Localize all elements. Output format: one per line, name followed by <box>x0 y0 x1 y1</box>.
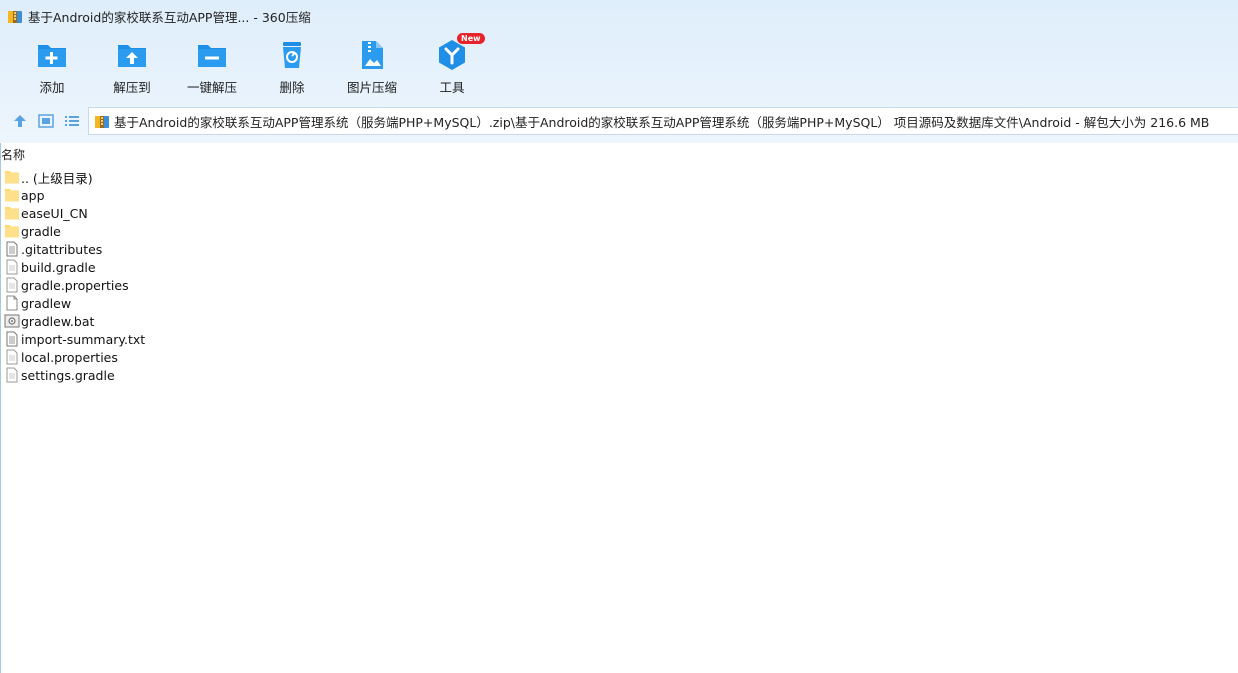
delete-button[interactable]: 删除 <box>252 38 332 98</box>
window-chrome: 基于Android的家校联系互动APP管理... - 360压缩 添加 解压到 <box>0 0 1238 143</box>
title-bar: 基于Android的家校联系互动APP管理... - 360压缩 <box>0 0 1238 32</box>
list-item-app[interactable]: app <box>0 186 1238 204</box>
file-name: build.gradle <box>21 259 96 275</box>
file-name: gradlew.bat <box>21 313 95 329</box>
address-path: 基于Android的家校联系互动APP管理系统（服务端PHP+MySQL）.zi… <box>114 114 1210 130</box>
file-list: .. (上级目录) app easeUI_CN gradle .gitattri… <box>0 168 1238 384</box>
file-name: .gitattributes <box>21 241 103 257</box>
file-name: import-summary.txt <box>21 331 146 347</box>
window-title: 基于Android的家校联系互动APP管理... - 360压缩 <box>28 9 311 25</box>
file-name: .. (上级目录) <box>21 170 93 186</box>
list-item-local-properties[interactable]: local.properties <box>0 348 1238 366</box>
file-name: gradle.properties <box>21 277 129 293</box>
blank-file-icon <box>6 295 18 311</box>
list-item-gradlew-bat[interactable]: gradlew.bat <box>0 312 1238 330</box>
file-name: settings.gradle <box>21 367 115 383</box>
archive-icon <box>95 116 109 128</box>
extract-to-button[interactable]: 解压到 <box>92 38 172 98</box>
trash-icon <box>283 42 301 68</box>
image-compress-icon <box>362 41 383 69</box>
tools-button[interactable]: New 工具 <box>412 33 492 98</box>
folder-icon <box>5 171 19 184</box>
list-view-icon[interactable] <box>64 113 80 129</box>
one-click-extract-button[interactable]: 一键解压 <box>172 38 252 98</box>
add-label: 添加 <box>39 80 65 95</box>
toolbar: 添加 解压到 一键解压 删除 图片压缩 New 工具 <box>12 33 492 98</box>
name-column-header[interactable]: 名称 <box>0 145 1238 165</box>
thumbnail-view-icon[interactable] <box>38 113 54 129</box>
folder-icon <box>5 225 19 238</box>
file-name: gradle <box>21 223 61 239</box>
folder-icon <box>5 207 19 220</box>
extract-to-label: 解压到 <box>113 80 151 95</box>
extract-to-icon <box>118 45 146 67</box>
list-item-parent-dir[interactable]: .. (上级目录) <box>0 168 1238 186</box>
address-bar[interactable]: 基于Android的家校联系互动APP管理系统（服务端PHP+MySQL）.zi… <box>88 107 1238 135</box>
list-item-gitattributes[interactable]: .gitattributes <box>0 240 1238 258</box>
new-badge: New <box>457 33 485 44</box>
list-item-import-summary[interactable]: import-summary.txt <box>0 330 1238 348</box>
delete-label: 删除 <box>279 80 305 95</box>
navigation-row: 基于Android的家校联系互动APP管理系统（服务端PHP+MySQL）.zi… <box>0 106 1238 136</box>
add-folder-icon <box>38 45 66 67</box>
file-name: local.properties <box>21 349 118 365</box>
text-file-icon <box>6 241 18 257</box>
one-click-extract-label: 一键解压 <box>186 80 237 95</box>
list-item-gradle-properties[interactable]: gradle.properties <box>0 276 1238 294</box>
document-icon <box>6 277 18 293</box>
name-column-label: 名称 <box>1 148 26 162</box>
image-compress-label: 图片压缩 <box>346 80 397 95</box>
batch-file-icon <box>4 314 20 328</box>
list-item-build-gradle[interactable]: build.gradle <box>0 258 1238 276</box>
document-icon <box>6 349 18 365</box>
app-logo-icon <box>8 11 22 23</box>
tools-label: 工具 <box>439 80 465 95</box>
list-item-gradle-folder[interactable]: gradle <box>0 222 1238 240</box>
up-arrow-icon[interactable] <box>12 113 28 129</box>
list-item-settings-gradle[interactable]: settings.gradle <box>0 366 1238 384</box>
add-button[interactable]: 添加 <box>12 38 92 98</box>
file-name: gradlew <box>21 295 72 311</box>
one-click-extract-icon <box>198 45 226 67</box>
list-item-gradlew[interactable]: gradlew <box>0 294 1238 312</box>
text-file-icon <box>6 331 18 347</box>
file-name: app <box>21 187 45 203</box>
document-icon <box>6 259 18 275</box>
file-name: easeUI_CN <box>21 205 88 221</box>
folder-icon <box>5 189 19 202</box>
list-item-easeui[interactable]: easeUI_CN <box>0 204 1238 222</box>
image-compress-button[interactable]: 图片压缩 <box>332 38 412 98</box>
document-icon <box>6 367 18 383</box>
